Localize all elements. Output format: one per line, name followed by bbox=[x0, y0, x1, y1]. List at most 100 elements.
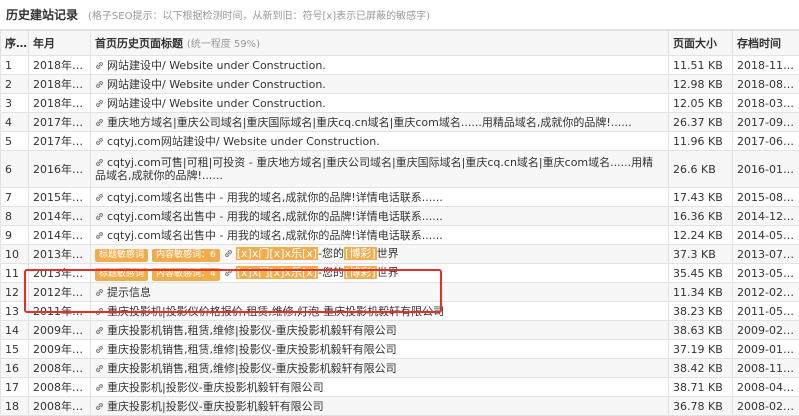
col-month: 年月 bbox=[29, 31, 91, 56]
cell-size: 17.43 KB bbox=[669, 188, 733, 207]
link-icon bbox=[95, 307, 104, 316]
cell-size: 16.36 KB bbox=[669, 207, 733, 226]
cell-title: cqtyj.com网站建设中/ Website under Constructi… bbox=[91, 132, 669, 151]
cell-month: 2018年08月 bbox=[29, 75, 91, 94]
cell-size: 38.42 KB bbox=[669, 359, 733, 378]
title-sensitive-badge: 标题敏感词 bbox=[95, 268, 148, 281]
cell-date: 2017-06-13 bbox=[733, 132, 799, 151]
cell-title: 重庆投影机|投影仪-重庆投影机毅轩有限公司 bbox=[91, 378, 669, 397]
history-title-link[interactable]: 网站建设中/ Website under Construction. bbox=[107, 59, 326, 72]
link-icon bbox=[95, 193, 104, 202]
cell-date: 2008-04-10 bbox=[733, 378, 799, 397]
link-icon bbox=[95, 402, 104, 411]
table-row: 122012年02月提示信息11.34 KB2012-02-13 bbox=[1, 283, 799, 302]
table-row: 22018年08月 网站建设中/ Website under Constructi… bbox=[1, 75, 799, 94]
history-title-link[interactable]: 重庆投影机|投影仪价格报价,租赁,维修,灯泡-重庆投影机毅轩有限公司 bbox=[107, 305, 444, 318]
history-title-link[interactable]: 重庆地方域名|重庆公司域名|重庆国际域名|重庆cq.cn域名|重庆com域名..… bbox=[107, 116, 632, 129]
history-table: 序号 年月 首页历史页面标题 (统一程度 59%) 页面大小 存档时间 1201… bbox=[0, 30, 799, 416]
cell-title: 重庆投影机销售,租赁,维修|投影仪-重庆投影机毅轩有限公司 bbox=[91, 359, 669, 378]
link-icon bbox=[95, 61, 104, 70]
table-row: 112013年05月标题敏感词内容敏感词：4[x]x门[x]x乐[x]-您的[博… bbox=[1, 264, 799, 283]
history-title-link[interactable]: 重庆投影机|投影仪-重庆投影机毅轩有限公司 bbox=[107, 400, 324, 413]
table-row: 92014年05月 cqtyj.com域名出售中 - 用我的域名,成就你的品牌!详… bbox=[1, 226, 799, 245]
cell-title: 重庆投影机销售,租赁,维修|投影仪-重庆投影机毅轩有限公司 bbox=[91, 340, 669, 359]
cell-title: 网站建设中/ Website under Construction. bbox=[91, 56, 669, 75]
cell-size: 26.6 KB bbox=[669, 151, 733, 188]
cell-date: 2014-05-17 bbox=[733, 226, 799, 245]
cell-date: 2014-12-16 bbox=[733, 207, 799, 226]
cell-no: 17 bbox=[1, 378, 29, 397]
cell-date: 2013-07-24 bbox=[733, 245, 799, 264]
table-row: 42017年09月重庆地方域名|重庆公司域名|重庆国际域名|重庆cq.cn域名|… bbox=[1, 113, 799, 132]
col-no: 序号 bbox=[1, 31, 29, 56]
cell-no: 15 bbox=[1, 340, 29, 359]
history-title-link[interactable]: 网站建设中/ Website under Construction. bbox=[107, 97, 326, 110]
table-row: 52017年06月cqtyj.com网站建设中/ Website under C… bbox=[1, 132, 799, 151]
table-row: 132011年05月重庆投影机|投影仪价格报价,租赁,维修,灯泡-重庆投影机毅轩… bbox=[1, 302, 799, 321]
history-title-link[interactable]: 提示信息 bbox=[107, 286, 151, 299]
cell-size: 11.34 KB bbox=[669, 283, 733, 302]
title-text: 世界 bbox=[377, 266, 399, 279]
cell-title: 标题敏感词内容敏感词：6[x]x门[x]x乐[x]-您的[博彩]世界 bbox=[91, 245, 669, 264]
table-row: 162008年11月重庆投影机销售,租赁,维修|投影仪-重庆投影机毅轩有限公司3… bbox=[1, 359, 799, 378]
history-title-link[interactable]: cqtyj.com网站建设中/ Website under Constructi… bbox=[107, 135, 380, 148]
cell-no: 6 bbox=[1, 151, 29, 188]
cell-no: 9 bbox=[1, 226, 29, 245]
history-title-link[interactable]: 网站建设中/ Website under Construction. bbox=[107, 78, 326, 91]
cell-month: 2013年07月 bbox=[29, 245, 91, 264]
history-title-link[interactable]: 重庆投影机销售,租赁,维修|投影仪-重庆投影机毅轩有限公司 bbox=[107, 362, 397, 375]
link-icon bbox=[95, 99, 104, 108]
cell-title: 重庆地方域名|重庆公司域名|重庆国际域名|重庆cq.cn域名|重庆com域名..… bbox=[91, 113, 669, 132]
table-row: 12018年11月网站建设中/ Website under Constructi… bbox=[1, 56, 799, 75]
cell-no: 2 bbox=[1, 75, 29, 94]
table-row: 152009年01月重庆投影机销售,租赁,维修|投影仪-重庆投影机毅轩有限公司3… bbox=[1, 340, 799, 359]
cell-title: cqtyj.com域名出售中 - 用我的域名,成就你的品牌!详情电话联系....… bbox=[91, 188, 669, 207]
cell-size: 38.23 KB bbox=[669, 302, 733, 321]
link-icon bbox=[95, 212, 104, 221]
cell-size: 11.51 KB bbox=[669, 56, 733, 75]
cell-title: 标题敏感词内容敏感词：4[x]x门[x]x乐[x]-您的[博彩]世界 bbox=[91, 264, 669, 283]
table-row: 142009年02月重庆投影机销售,租赁,维修|投影仪-重庆投影机毅轩有限公司3… bbox=[1, 321, 799, 340]
link-icon bbox=[95, 118, 104, 127]
cell-date: 2012-02-13 bbox=[733, 283, 799, 302]
col-size: 页面大小 bbox=[669, 31, 733, 56]
cell-month: 2014年05月 bbox=[29, 226, 91, 245]
link-icon bbox=[95, 137, 104, 146]
cell-size: 38.71 KB bbox=[669, 378, 733, 397]
cell-date: 2017-09-22 bbox=[733, 113, 799, 132]
history-title-link[interactable]: cqtyj.com可售|可租|可投资 - 重庆地方域名|重庆公司域名|重庆国际域… bbox=[95, 156, 653, 182]
table-row: 172008年04月 重庆投影机|投影仪-重庆投影机毅轩有限公司 38.71 KB2… bbox=[1, 378, 799, 397]
cell-date: 2009-02-27 bbox=[733, 321, 799, 340]
cell-title: 网站建设中/ Website under Construction. bbox=[91, 94, 669, 113]
history-title-link[interactable]: 重庆投影机销售,租赁,维修|投影仪-重庆投影机毅轩有限公司 bbox=[107, 343, 397, 356]
cell-no: 11 bbox=[1, 264, 29, 283]
cell-no: 5 bbox=[1, 132, 29, 151]
cell-no: 8 bbox=[1, 207, 29, 226]
cell-month: 2008年04月 bbox=[29, 378, 91, 397]
cell-size: 37.3 KB bbox=[669, 245, 733, 264]
link-icon bbox=[224, 249, 233, 258]
link-icon bbox=[95, 383, 104, 392]
title-text: -您的 bbox=[318, 266, 344, 279]
cell-title: cqtyj.com域名出售中 - 用我的域名,成就你的品牌!详情电话联系....… bbox=[91, 226, 669, 245]
cell-size: 38.63 KB bbox=[669, 321, 733, 340]
history-title-link[interactable]: [x]x门[x]x乐[x]-您的[博彩]世界 bbox=[236, 247, 399, 260]
cell-no: 3 bbox=[1, 94, 29, 113]
col-title-uniformity: (统一程度 59%) bbox=[187, 39, 260, 50]
title-text: 世界 bbox=[377, 247, 399, 260]
history-title-link[interactable]: cqtyj.com域名出售中 - 用我的域名,成就你的品牌!详情电话联系....… bbox=[107, 191, 443, 204]
table-header-row: 序号 年月 首页历史页面标题 (统一程度 59%) 页面大小 存档时间 bbox=[1, 31, 799, 56]
content-sensitive-badge: 内容敏感词：6 bbox=[152, 249, 220, 262]
history-title-link[interactable]: cqtyj.com域名出售中 - 用我的域名,成就你的品牌!详情电话联系....… bbox=[107, 229, 443, 242]
history-table-wrap: 序号 年月 首页历史页面标题 (统一程度 59%) 页面大小 存档时间 1201… bbox=[0, 30, 799, 416]
cell-date: 2018-08-04 bbox=[733, 75, 799, 94]
cell-date: 2009-01-24 bbox=[733, 340, 799, 359]
cell-no: 4 bbox=[1, 113, 29, 132]
history-title-link[interactable]: 重庆投影机|投影仪-重庆投影机毅轩有限公司 bbox=[107, 381, 324, 394]
link-icon bbox=[95, 288, 104, 297]
cell-title: cqtyj.com域名出售中 - 用我的域名,成就你的品牌!详情电话联系....… bbox=[91, 207, 669, 226]
table-row: 62016年01月cqtyj.com可售|可租|可投资 - 重庆地方域名|重庆公… bbox=[1, 151, 799, 188]
history-title-link[interactable]: cqtyj.com域名出售中 - 用我的域名,成就你的品牌!详情电话联系....… bbox=[107, 210, 443, 223]
history-title-link[interactable]: 重庆投影机销售,租赁,维修|投影仪-重庆投影机毅轩有限公司 bbox=[107, 324, 397, 337]
history-title-link[interactable]: [x]x门[x]x乐[x]-您的[博彩]世界 bbox=[236, 266, 399, 279]
